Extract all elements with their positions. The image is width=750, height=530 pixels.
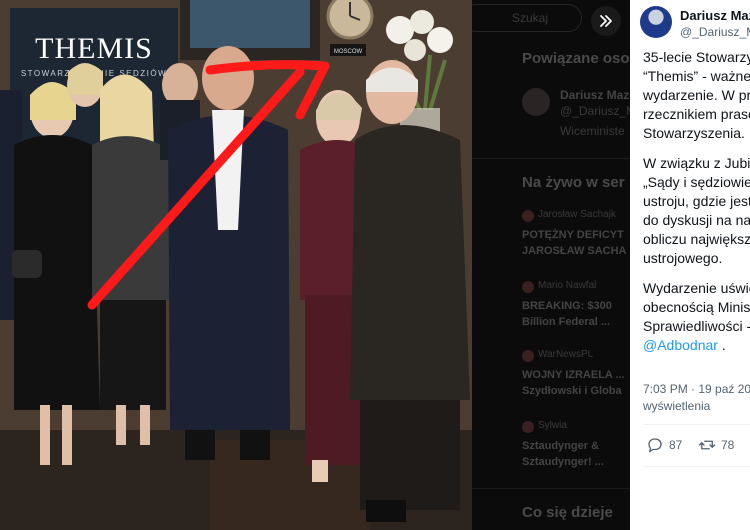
- tweet-line: rzecznikiem praso: [643, 106, 750, 122]
- post-photo[interactable]: THEMIS STOWARZYSZENIE SĘDZIÓW MOSCOW: [0, 0, 472, 530]
- reply-bubble-icon: [648, 438, 662, 453]
- group-photo-scene: THEMIS STOWARZYSZENIE SĘDZIÓW MOSCOW: [0, 0, 472, 530]
- live-heading: Na żywo w ser: [522, 174, 625, 191]
- banner-title: THEMIS: [35, 32, 153, 65]
- tweet-line-mention: @Adbodnar .: [643, 336, 750, 355]
- reply-button[interactable]: 87: [646, 436, 682, 454]
- related-name: Dariusz Maz: [560, 88, 630, 102]
- tweet-line: W związku z Jubile: [643, 155, 750, 171]
- search-placeholder: Szukaj: [512, 11, 549, 25]
- live-item-author: Jarosław Sachajk: [538, 209, 616, 220]
- tweet-line: “Themis” - ważne: [643, 68, 750, 84]
- related-avatar: [522, 88, 550, 116]
- repost-count: 78: [721, 438, 735, 452]
- live-item-icon: [522, 421, 534, 433]
- tweet-line: 35-lecie Stowarzy: [643, 49, 750, 65]
- tweet-timestamp[interactable]: 7:03 PM · 19 paź 202: [643, 382, 750, 396]
- tweet-line: obecnością Minis: [643, 299, 750, 315]
- live-item-title-2: Szydłowski i Globa: [522, 385, 622, 397]
- reply-count: 87: [669, 438, 683, 452]
- repost-icon: [698, 440, 716, 450]
- tweet-line: ustroju, gdzie jest: [643, 193, 750, 209]
- tweet-text: 35-lecie Stowarzy “Themis” - ważne wydar…: [643, 48, 750, 355]
- live-item-icon: [522, 281, 534, 293]
- dimmed-sidebar: Szukaj Powiązane osoby Dariusz Maz @_Dar…: [472, 0, 630, 530]
- live-item-title: WOJNY IZRAELA ...: [522, 369, 625, 381]
- related-heading: Powiązane osoby: [522, 50, 630, 67]
- live-item-author: WarNewsPL: [538, 349, 594, 360]
- tweet-author[interactable]: Dariusz Maz @_Dariusz_M: [640, 4, 750, 44]
- mention-link[interactable]: @Adbodnar: [643, 337, 718, 353]
- live-item-title: BREAKING: $300: [522, 300, 612, 312]
- tweet-line: Sprawiedliwości -: [643, 318, 750, 334]
- live-item-title-2: JAROSŁAW SACHA: [522, 245, 627, 257]
- live-item-icon: [522, 210, 534, 222]
- tweet-line: wydarzenie. W prz: [643, 87, 750, 103]
- tweet-line: do dyskusji na naj: [643, 212, 750, 228]
- views-label: wyświetlenia: [643, 399, 711, 413]
- tweet-panel: Dariusz Maz @_Dariusz_M 35-lecie Stowarz…: [630, 0, 750, 530]
- forward-chevron-icon: [600, 15, 612, 27]
- live-item-title-2: Billion Federal ...: [522, 316, 611, 328]
- avatar[interactable]: [640, 6, 672, 38]
- screenshot-root: THEMIS STOWARZYSZENIE SĘDZIÓW MOSCOW: [0, 0, 750, 530]
- tweet-line: obliczu największ: [643, 231, 750, 247]
- live-item-title: POTĘŻNY DEFICYT: [522, 229, 624, 241]
- author-name[interactable]: Dariusz Maz: [680, 8, 750, 23]
- live-item-icon: [522, 350, 534, 362]
- live-item-author: Sylwia: [538, 420, 567, 431]
- author-handle[interactable]: @_Dariusz_M: [680, 25, 750, 39]
- expand-panel-button[interactable]: [591, 6, 621, 36]
- happening-heading: Co się dzieje: [522, 504, 613, 521]
- live-item-author: Mario Nawfal: [538, 280, 597, 291]
- tweet-line: ustrojowego.: [643, 250, 723, 266]
- tweet-line: „Sądy i sędziowie: [643, 174, 750, 190]
- mention-suffix: .: [717, 337, 726, 353]
- live-item-title-2: Sztaudynger! ...: [522, 456, 604, 468]
- tweet-line: Stowarzyszenia.: [643, 125, 745, 141]
- door-sign: MOSCOW: [334, 49, 363, 55]
- repost-button[interactable]: 78: [698, 436, 734, 454]
- live-item-title: Sztaudynger &: [522, 440, 600, 452]
- tweet-line: Wydarzenie uświe: [643, 280, 750, 296]
- related-bio: Wiceministe: [560, 124, 625, 138]
- related-handle: @_Dariusz_M: [560, 104, 630, 118]
